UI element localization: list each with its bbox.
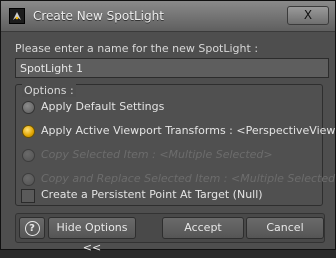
close-icon: X [303,8,313,22]
title-bar[interactable]: Create New SpotLight X [1,1,335,32]
persistent-point-label: Create a Persistent Point At Target (Nul… [41,188,263,201]
radio-button-selected[interactable] [22,125,35,138]
name-prompt-label: Please enter a name for the new SpotLigh… [15,42,259,55]
radio-button-disabled [22,149,35,162]
close-button[interactable]: X [287,6,329,25]
dialog-body: Please enter a name for the new SpotLigh… [1,32,336,254]
option-label: Apply Active Viewport Transforms : <Pers… [41,124,336,137]
option-label: Copy and Replace Selected Item : <Multip… [41,172,336,185]
radio-button[interactable] [22,101,35,114]
dialog-window: Create New SpotLight X Please enter a na… [0,0,336,254]
window-title: Create New SpotLight [33,9,164,23]
button-bar: ? Hide Options << Accept Cancel [15,213,325,254]
cancel-button[interactable]: Cancel [246,217,324,239]
help-icon: ? [24,221,40,236]
app-icon [9,8,25,24]
persistent-point-checkbox[interactable] [21,189,35,203]
options-legend: Options : [22,84,76,97]
help-button[interactable]: ? [19,217,45,239]
name-input[interactable] [15,58,329,78]
option-label: Apply Default Settings [41,100,165,113]
hide-options-button[interactable]: Hide Options << [48,217,136,254]
radio-button-disabled [22,173,35,186]
accept-button[interactable]: Accept [162,217,244,239]
option-label: Copy Selected Item : <Multiple Selected> [41,148,273,161]
